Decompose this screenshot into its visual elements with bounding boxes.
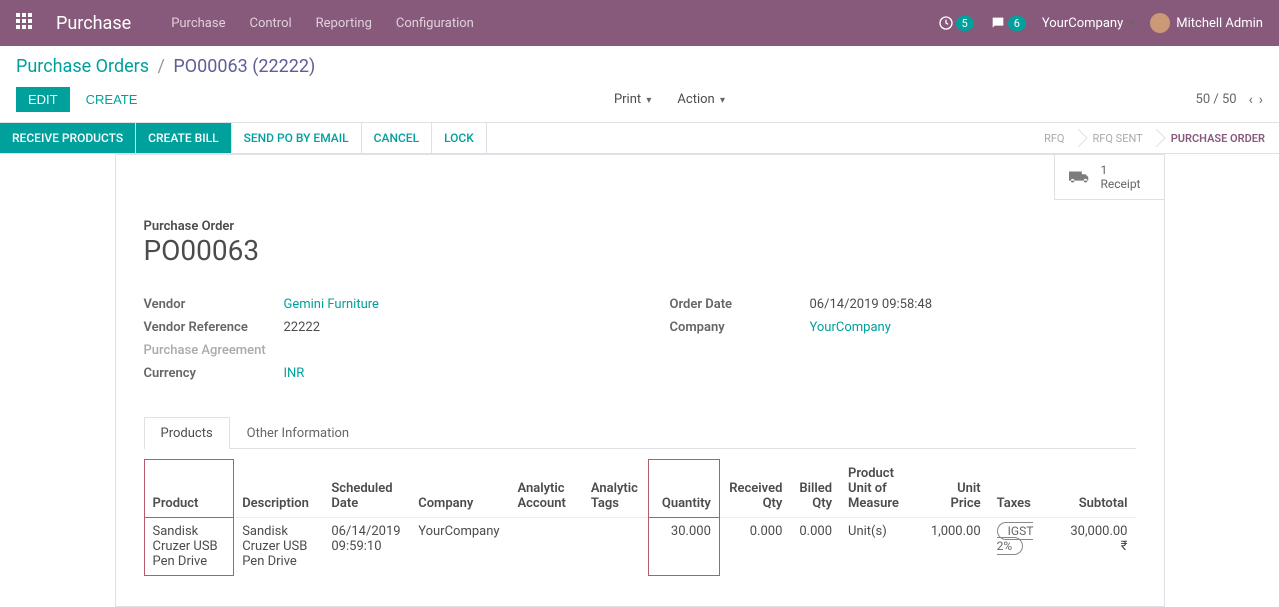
col-quantity: Quantity — [648, 460, 719, 518]
receive-products-button[interactable]: RECEIVE PRODUCTS — [0, 123, 136, 153]
form-left-column: VendorGemini Furniture Vendor Reference2… — [144, 297, 610, 389]
table-row[interactable]: Sandisk Cruzer USB Pen Drive Sandisk Cru… — [144, 517, 1136, 575]
cell-product: Sandisk Cruzer USB Pen Drive — [144, 517, 234, 575]
cell-description: Sandisk Cruzer USB Pen Drive — [234, 517, 324, 575]
cell-uom: Unit(s) — [840, 517, 922, 575]
apps-icon[interactable] — [16, 13, 36, 33]
action-dropdown[interactable]: Action ▾ — [669, 88, 733, 111]
cell-billed: 0.000 — [790, 517, 840, 575]
vendor-value[interactable]: Gemini Furniture — [284, 297, 379, 312]
breadcrumb-current: PO00063 (22222) — [173, 56, 315, 77]
control-panel: Purchase Orders / PO00063 (22222) EDIT C… — [0, 46, 1279, 122]
col-billed: Billed Qty — [790, 460, 840, 518]
activity-badge: 5 — [956, 16, 974, 31]
breadcrumb-root[interactable]: Purchase Orders — [16, 56, 149, 77]
po-label: Purchase Order — [144, 219, 1136, 234]
col-uom: Product Unit of Measure — [840, 460, 922, 518]
send-po-button[interactable]: SEND PO BY EMAIL — [232, 123, 362, 153]
tax-pill: IGST 2% — [997, 522, 1034, 555]
receipt-count: 1 — [1101, 163, 1141, 177]
company-selector[interactable]: YourCompany ▾ — [1042, 16, 1134, 31]
nav-right: 5 6 YourCompany ▾ Mitchell Admin — [938, 13, 1264, 33]
breadcrumb-separator: / — [158, 56, 165, 77]
user-menu[interactable]: Mitchell Admin — [1150, 13, 1263, 33]
truck-icon — [1069, 169, 1091, 185]
orderdate-value: 06/14/2019 09:58:48 — [810, 297, 933, 312]
col-description: Description — [234, 460, 324, 518]
cancel-button[interactable]: CANCEL — [362, 123, 432, 153]
col-scheduled: Scheduled Date — [323, 460, 410, 518]
statusbar: RFQ RFQ SENT PURCHASE ORDER — [1030, 123, 1279, 153]
nav-menu: Purchase Control Reporting Configuration — [171, 16, 937, 31]
cell-quantity: 30.000 — [648, 517, 719, 575]
nav-reporting[interactable]: Reporting — [316, 16, 372, 31]
breadcrumb: Purchase Orders / PO00063 (22222) — [16, 56, 1263, 77]
col-subtotal: Subtotal — [1054, 460, 1136, 518]
cell-taxes: IGST 2% — [989, 517, 1054, 575]
status-rfq-sent[interactable]: RFQ SENT — [1079, 123, 1157, 153]
cell-scheduled: 06/14/2019 09:59:10 — [323, 517, 410, 575]
company-label: Company — [670, 320, 810, 335]
cell-unitprice: 1,000.00 — [922, 517, 989, 575]
col-taxes: Taxes — [989, 460, 1054, 518]
action-label: Action — [677, 92, 714, 107]
tabs: Products Other Information — [144, 417, 1136, 449]
activity-icon[interactable]: 5 — [938, 15, 974, 31]
pager-next[interactable]: › — [1259, 92, 1263, 108]
company-value[interactable]: YourCompany — [810, 320, 891, 335]
col-analytic-tags: Analytic Tags — [583, 460, 648, 518]
avatar — [1150, 13, 1170, 33]
caret-down-icon: ▾ — [646, 95, 651, 106]
vendor-label: Vendor — [144, 297, 284, 312]
company-name: YourCompany — [1042, 16, 1123, 31]
caret-down-icon: ▾ — [720, 95, 725, 106]
purchase-agreement-label: Purchase Agreement — [144, 343, 284, 358]
create-button[interactable]: CREATE — [80, 87, 144, 112]
status-purchase-order[interactable]: PURCHASE ORDER — [1157, 123, 1279, 153]
pager-text: 50 / 50 — [1196, 92, 1237, 107]
currency-value[interactable]: INR — [284, 366, 305, 381]
receipt-label: Receipt — [1101, 177, 1141, 191]
vendor-ref-value: 22222 — [284, 320, 321, 335]
form-right-column: Order Date06/14/2019 09:58:48 CompanyYou… — [670, 297, 1136, 389]
tab-products[interactable]: Products — [144, 417, 230, 449]
col-company: Company — [410, 460, 509, 518]
lock-button[interactable]: LOCK — [432, 123, 487, 153]
orderlines-table: Product Description Scheduled Date Compa… — [144, 459, 1136, 576]
messages-badge: 6 — [1008, 16, 1026, 31]
top-navbar: Purchase Purchase Control Reporting Conf… — [0, 0, 1279, 46]
cell-analytic-account — [509, 517, 582, 575]
app-brand[interactable]: Purchase — [56, 13, 131, 34]
cell-received: 0.000 — [719, 517, 790, 575]
cell-company: YourCompany — [410, 517, 509, 575]
orderdate-label: Order Date — [670, 297, 810, 312]
col-received: Received Qty — [719, 460, 790, 518]
receipt-stat-button[interactable]: 1 Receipt — [1054, 155, 1164, 200]
nav-configuration[interactable]: Configuration — [396, 16, 474, 31]
messages-icon[interactable]: 6 — [990, 15, 1026, 31]
form-sheet: 1 Receipt Purchase Order PO00063 VendorG… — [115, 154, 1165, 607]
print-label: Print — [614, 92, 641, 107]
col-product: Product — [144, 460, 234, 518]
status-rfq[interactable]: RFQ — [1030, 123, 1078, 153]
col-unitprice: Unit Price — [922, 460, 989, 518]
create-bill-button[interactable]: CREATE BILL — [136, 123, 231, 153]
nav-control[interactable]: Control — [249, 16, 291, 31]
print-dropdown[interactable]: Print ▾ — [606, 88, 659, 111]
caret-down-icon: ▾ — [1129, 18, 1134, 29]
tab-other-information[interactable]: Other Information — [230, 417, 366, 449]
cell-analytic-tags — [583, 517, 648, 575]
cell-subtotal: 30,000.00 ₹ — [1054, 517, 1136, 575]
edit-button[interactable]: EDIT — [16, 87, 70, 112]
po-number: PO00063 — [144, 234, 1136, 267]
vendor-ref-label: Vendor Reference — [144, 320, 284, 335]
nav-purchase[interactable]: Purchase — [171, 16, 225, 31]
pager-prev[interactable]: ‹ — [1249, 92, 1253, 108]
currency-label: Currency — [144, 366, 284, 381]
user-name: Mitchell Admin — [1176, 16, 1263, 31]
action-bar: RECEIVE PRODUCTS CREATE BILL SEND PO BY … — [0, 122, 1279, 154]
col-analytic-account: Analytic Account — [509, 460, 582, 518]
